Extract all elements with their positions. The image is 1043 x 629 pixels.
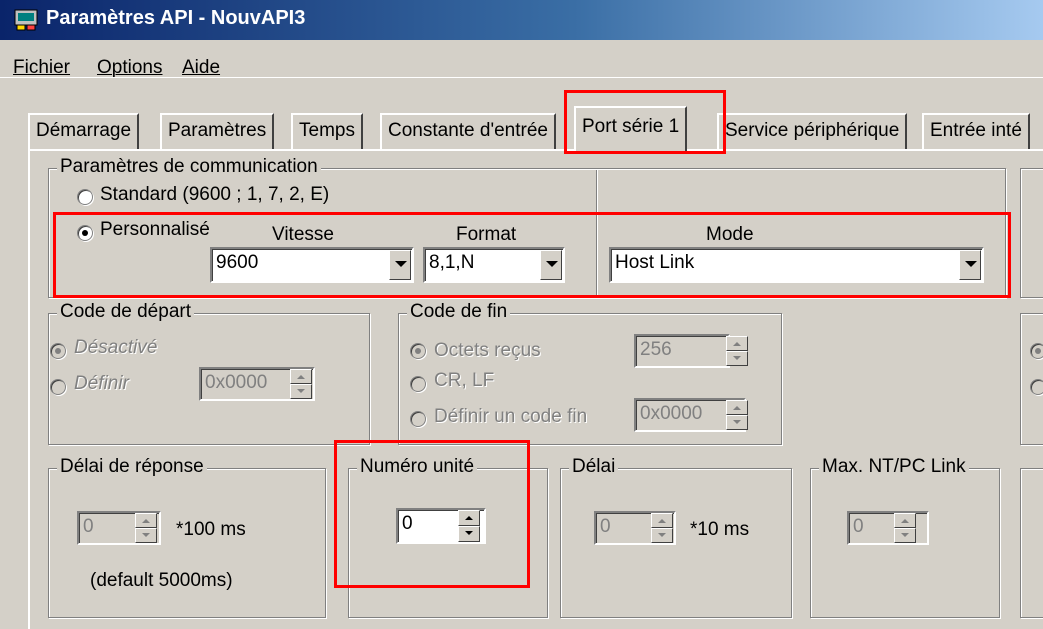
vitesse-value: 9600 [216,252,259,273]
vitesse-select[interactable]: 9600 [210,247,414,283]
max-nt-value: 0 [853,516,864,537]
response-delay-unit: *100 ms [176,519,246,540]
mode-select[interactable]: Host Link [609,247,984,283]
unit-number-legend: Numéro unité [357,456,478,478]
start-define-radio[interactable] [50,379,66,395]
spin-up-icon[interactable] [458,510,480,526]
delay-value: 0 [600,516,611,537]
end-crlf-radio[interactable] [410,376,426,392]
spin-down-icon[interactable] [290,384,312,399]
spin-up-icon[interactable] [651,513,673,528]
window-title: Paramètres API - NouvAPI3 [46,7,306,29]
end-bytes-label: Octets reçus [434,340,541,361]
spin-down-icon[interactable] [651,528,673,543]
max-nt-legend: Max. NT/PC Link [819,456,969,478]
end-define-radio[interactable] [410,411,426,427]
title-bar: Paramètres API - NouvAPI3 [0,0,1043,40]
tab-constante-entree[interactable]: Constante d'entrée [380,113,556,149]
tab-demarrage[interactable]: Démarrage [28,113,140,149]
spin-up-icon[interactable] [290,369,312,384]
start-code-value: 0x0000 [205,372,268,393]
spin-up-icon[interactable] [894,513,916,528]
end-code-value: 0x0000 [640,403,703,424]
end-code-legend: Code de fin [407,301,511,323]
chevron-down-icon[interactable] [959,250,981,280]
comm-params-legend: Paramètres de communication [57,156,321,178]
delay-unit: *10 ms [690,519,750,540]
delay-legend: Délai [569,456,619,478]
format-label: Format [456,224,517,245]
bytes-value: 256 [640,339,672,360]
standard-label[interactable]: Standard (9600 ; 1, 7, 2, E) [100,184,329,206]
right-radio-1[interactable] [1030,343,1043,359]
chevron-down-icon[interactable] [389,250,411,280]
spin-down-icon[interactable] [894,528,916,543]
response-delay-legend: Délai de réponse [57,456,207,478]
spin-up-icon[interactable] [726,400,748,415]
spin-down-icon[interactable] [726,415,748,430]
end-define-label: Définir un code fin [434,406,588,427]
end-bytes-radio[interactable] [410,343,426,359]
start-disabled-label: Désactivé [74,337,158,358]
tab-parametres[interactable]: Paramètres [160,113,275,149]
start-disabled-radio[interactable] [50,343,66,359]
max-nt-input[interactable]: 0 [847,511,929,545]
vitesse-label: Vitesse [272,224,334,245]
menu-bar: Fichier Options Aide [0,40,1043,78]
plc-icon [14,9,38,31]
comm-divider [596,170,597,298]
menu-options[interactable]: Options [97,57,162,79]
bytes-input[interactable]: 256 [634,334,730,368]
response-delay-note: (default 5000ms) [90,570,233,591]
format-value: 8,1,N [429,252,475,273]
chevron-down-icon[interactable] [540,250,562,280]
start-define-label: Définir [74,373,129,394]
spin-down-icon[interactable] [458,526,480,542]
spin-up-icon[interactable] [726,336,748,351]
tab-port-serie-1[interactable]: Port série 1 [574,106,688,151]
mode-value: Host Link [615,252,695,273]
format-select[interactable]: 8,1,N [423,247,565,283]
spin-down-icon[interactable] [726,351,748,366]
tab-temps[interactable]: Temps [291,113,363,149]
right-group-bottom [1020,468,1043,618]
mode-label: Mode [706,224,754,245]
right-radio-2[interactable] [1030,379,1043,395]
custom-radio[interactable] [77,225,93,241]
start-code-legend: Code de départ [57,301,194,323]
menu-fichier[interactable]: Fichier [13,57,70,79]
standard-radio[interactable] [77,189,93,205]
spin-down-icon[interactable] [135,528,157,543]
custom-label[interactable]: Personnalisé [100,219,210,241]
menu-aide[interactable]: Aide [182,57,220,79]
tab-entree-interne[interactable]: Entrée inté [922,113,1030,149]
tab-service-peripherique[interactable]: Service périphérique [717,113,908,149]
spin-up-icon[interactable] [135,513,157,528]
response-delay-value: 0 [83,516,94,537]
right-group-top [1020,168,1043,298]
end-crlf-label: CR, LF [434,370,495,391]
unit-number-value: 0 [402,513,413,534]
